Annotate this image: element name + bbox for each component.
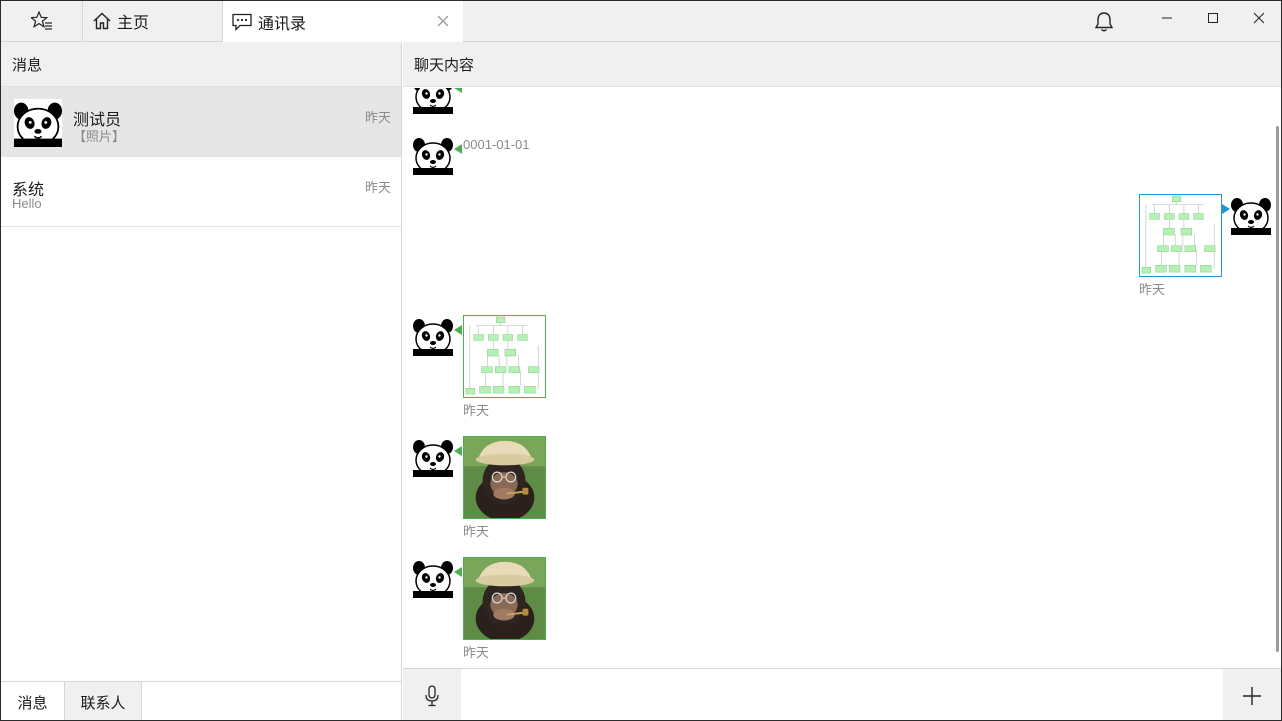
conversation-panel-header: 消息: [1, 42, 401, 87]
conversation-item[interactable]: 测试员 【照片】 昨天: [1, 87, 401, 157]
panda-avatar[interactable]: [1231, 195, 1271, 235]
flowchart-image[interactable]: [463, 315, 546, 398]
close-window-button[interactable]: [1247, 7, 1271, 29]
tab-contact-list[interactable]: 联系人: [64, 682, 142, 720]
message-input[interactable]: [461, 669, 1223, 720]
conversation-panel: 消息 测试员 【照片】 昨天 系统 Hello 昨天 消息 联系人: [1, 42, 402, 720]
voice-button[interactable]: [403, 669, 461, 720]
flowchart-image[interactable]: [1139, 194, 1222, 277]
title-bar: 主页 通讯录: [1, 1, 1281, 42]
message-time: 昨天: [463, 645, 490, 660]
panda-avatar[interactable]: [413, 88, 453, 114]
chat-scrollbar[interactable]: [1276, 126, 1279, 652]
bubble-pointer: [454, 144, 462, 154]
tab-contacts-label: 通讯录: [258, 15, 307, 33]
message-time: 昨天: [1139, 282, 1166, 297]
panda-avatar[interactable]: [413, 135, 453, 175]
microphone-icon: [424, 684, 440, 707]
tab-messages[interactable]: 消息: [1, 682, 64, 720]
conversation-time: 昨天: [364, 180, 391, 195]
minimize-button[interactable]: [1155, 7, 1179, 29]
conversation-preview: 【照片】: [73, 129, 126, 144]
panda-avatar[interactable]: [413, 437, 453, 477]
chimpanzee-image[interactable]: [463, 436, 546, 519]
chat-panel: 聊天内容 0001-01-01 0001-01-01 昨天 昨天: [403, 42, 1281, 720]
favorites-button[interactable]: [1, 1, 83, 41]
panda-avatar[interactable]: [413, 316, 453, 356]
home-icon: [93, 12, 111, 30]
app-window: 主页 通讯录 消息 测试员 【照片】 昨天 系统 Hello 昨天 消息 联系人…: [0, 0, 1282, 721]
message-list[interactable]: 0001-01-01 0001-01-01 昨天 昨天: [403, 88, 1281, 668]
panda-avatar: [12, 99, 64, 147]
message-text: 0001-01-01: [463, 88, 530, 91]
message-input-bar: [403, 668, 1281, 720]
chat-panel-header: 聊天内容: [403, 42, 1281, 87]
tab-home-label: 主页: [117, 15, 150, 32]
conversation-item[interactable]: 系统 Hello 昨天: [1, 157, 401, 227]
close-tab-icon[interactable]: [435, 13, 451, 29]
chimpanzee-image[interactable]: [463, 557, 546, 640]
plus-icon: [1242, 686, 1262, 706]
message-text: 0001-01-01: [463, 137, 530, 152]
conversation-preview: Hello: [12, 196, 42, 211]
bubble-pointer: [454, 567, 462, 577]
star-list-icon: [30, 11, 53, 31]
add-attachment-button[interactable]: [1223, 669, 1281, 720]
bubble-pointer: [454, 88, 462, 93]
bubble-pointer: [454, 325, 462, 335]
bubble-pointer: [454, 446, 462, 456]
bell-icon[interactable]: [1093, 11, 1115, 33]
maximize-button[interactable]: [1201, 7, 1225, 29]
tab-contacts[interactable]: 通讯录: [223, 1, 463, 42]
tab-home[interactable]: 主页: [83, 1, 223, 41]
message-time: 昨天: [463, 524, 490, 539]
bottom-tab-bar: 消息 联系人: [1, 681, 401, 720]
conversation-time: 昨天: [364, 110, 391, 125]
bubble-pointer: [1222, 204, 1230, 214]
chat-icon: [232, 13, 252, 31]
message-time: 昨天: [463, 403, 490, 418]
panda-avatar[interactable]: [413, 558, 453, 598]
